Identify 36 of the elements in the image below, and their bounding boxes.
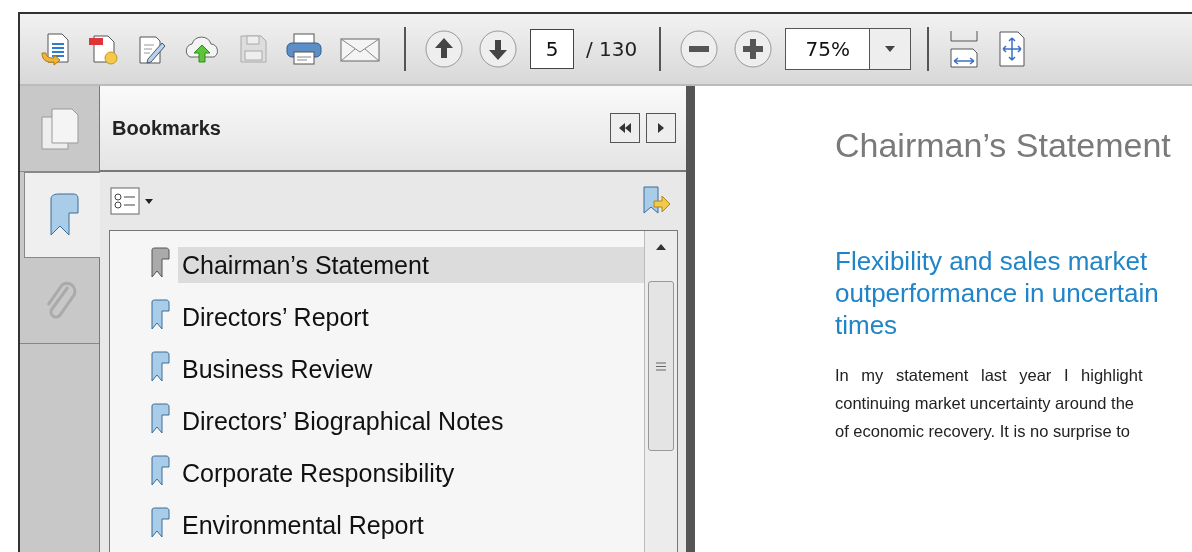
bookmark-icon: [150, 247, 170, 279]
bookmark-item[interactable]: Directors’ Report: [178, 299, 644, 335]
document-arrow-icon: [38, 31, 72, 67]
bookmark-item[interactable]: Environmental Report: [178, 507, 644, 543]
bookmark-icon: [150, 351, 170, 383]
plus-icon: [733, 29, 774, 69]
bookmark-icon: [150, 455, 170, 487]
bookmark-item[interactable]: Corporate Responsibility: [178, 455, 644, 491]
bookmark-icon: [150, 403, 170, 435]
scroll-up-icon: [655, 243, 667, 251]
page-total: / 130: [586, 37, 638, 61]
expand-button[interactable]: [646, 113, 676, 143]
previous-page-button[interactable]: [422, 27, 466, 71]
body-paragraph: In my statement last year I highlight continuing market uncertainty around the of economic recovery. It is no surprise to: [835, 365, 1144, 442]
list-options-icon: [110, 187, 156, 215]
scrollbar[interactable]: [644, 231, 677, 552]
bookmark-icon: [150, 507, 170, 539]
bookmark-item[interactable]: Directors’ Biographical Notes: [178, 403, 644, 439]
caret-icon: [884, 45, 897, 53]
double-left-icon: [618, 122, 632, 134]
minus-icon: [679, 29, 720, 69]
panel-title: Bookmarks: [112, 116, 222, 140]
collapse-button[interactable]: [610, 113, 640, 143]
zoom-dropdown[interactable]: 75%: [785, 28, 912, 70]
right-triangle-icon: [656, 122, 666, 134]
document-title: Chairman’s Statement: [835, 126, 1172, 165]
bookmarks-tab[interactable]: [24, 172, 100, 258]
next-page-button[interactable]: [476, 27, 520, 71]
page-number-field[interactable]: 5: [530, 29, 574, 69]
bookmark-icon: [150, 299, 170, 331]
options-button[interactable]: [110, 187, 156, 215]
bookmark-item[interactable]: Chairman’s Statement: [178, 247, 644, 283]
grip-icon: [655, 361, 667, 371]
bookmark-item[interactable]: Business Review: [178, 351, 644, 387]
section-heading: Flexibility and sales market outperformance in uncertain times: [835, 245, 1160, 341]
printer-icon: [284, 31, 324, 67]
